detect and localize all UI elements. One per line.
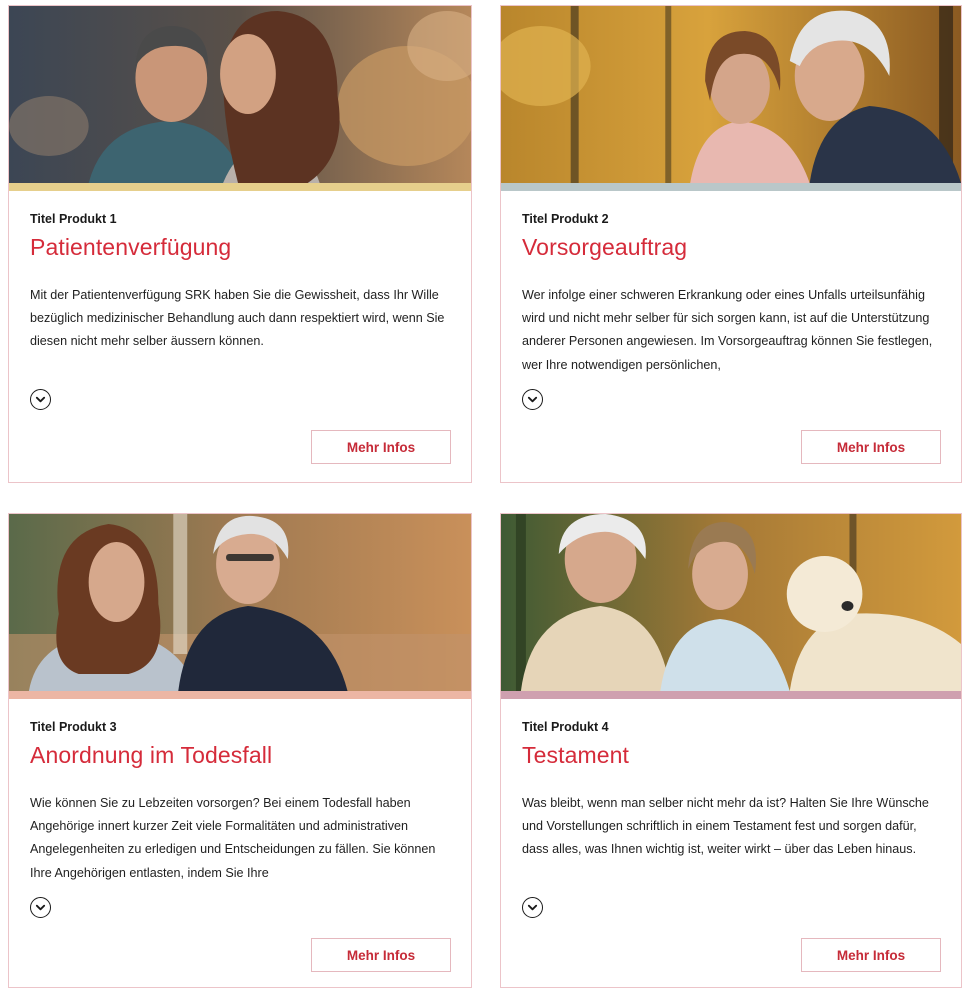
product-title: Vorsorgeauftrag bbox=[522, 234, 688, 260]
more-info-button[interactable]: Mehr Infos bbox=[801, 430, 941, 464]
chevron-down-icon bbox=[35, 396, 46, 403]
product-card-3: Titel Produkt 3 Anordnung im Todesfall W… bbox=[8, 513, 472, 988]
product-title: Testament bbox=[522, 742, 630, 768]
product-description: Wie können Sie zu Lebzeiten vorsorgen? B… bbox=[30, 796, 436, 880]
chevron-down-icon bbox=[527, 904, 538, 911]
product-title: Anordnung im Todesfall bbox=[30, 742, 273, 768]
card-photo-senior-couple-forest bbox=[501, 6, 961, 183]
more-info-button[interactable]: Mehr Infos bbox=[311, 938, 451, 972]
product-label: Titel Produkt 2 bbox=[522, 212, 609, 226]
chevron-down-icon bbox=[527, 396, 538, 403]
product-description: Was bleibt, wenn man selber nicht mehr d… bbox=[522, 796, 929, 857]
card-accent-stripe bbox=[501, 183, 961, 191]
chevron-down-icon bbox=[35, 904, 46, 911]
card-photo-couple-with-dog bbox=[501, 514, 961, 691]
product-card-4: Titel Produkt 4 Testament Was bleibt, we… bbox=[500, 513, 962, 988]
more-info-button[interactable]: Mehr Infos bbox=[801, 938, 941, 972]
expand-toggle[interactable] bbox=[522, 389, 543, 410]
card-photo-woman-and-senior bbox=[9, 514, 471, 691]
card-photo-couple-autumn bbox=[9, 6, 471, 183]
product-label: Titel Produkt 4 bbox=[522, 720, 609, 734]
more-info-button[interactable]: Mehr Infos bbox=[311, 430, 451, 464]
product-description: Mit der Patientenverfügung SRK haben Sie… bbox=[30, 288, 445, 349]
expand-toggle[interactable] bbox=[30, 389, 51, 410]
product-description: Wer infolge einer schweren Erkrankung od… bbox=[522, 288, 933, 372]
product-card-1: Titel Produkt 1 Patientenverfügung Mit d… bbox=[8, 5, 472, 483]
product-label: Titel Produkt 1 bbox=[30, 212, 117, 226]
expand-toggle[interactable] bbox=[30, 897, 51, 918]
product-card-2: Titel Produkt 2 Vorsorgeauftrag Wer info… bbox=[500, 5, 962, 483]
card-accent-stripe bbox=[9, 183, 471, 191]
card-accent-stripe bbox=[9, 691, 471, 699]
expand-toggle[interactable] bbox=[522, 897, 543, 918]
product-title: Patientenverfügung bbox=[30, 234, 232, 260]
product-label: Titel Produkt 3 bbox=[30, 720, 117, 734]
card-accent-stripe bbox=[501, 691, 961, 699]
